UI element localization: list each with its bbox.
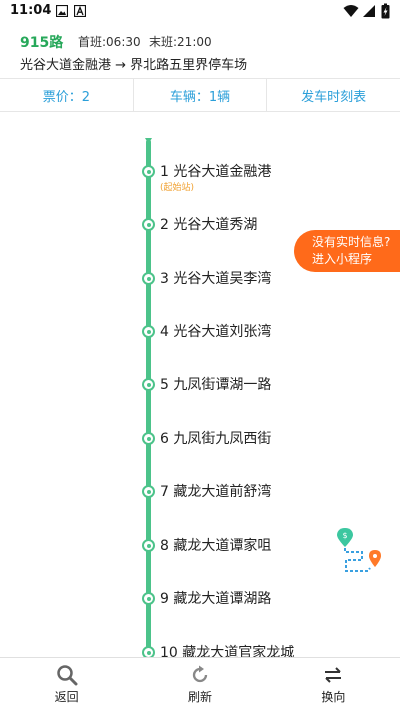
stop-label: 5 九凤街谭湖一路 [160, 377, 272, 393]
line-start-arrow [145, 138, 152, 144]
mini-program-line1: 没有实时信息? [312, 235, 391, 249]
stop-dot [142, 539, 155, 552]
route-name: 915路 [20, 35, 64, 51]
stop-dot [142, 592, 155, 605]
stop-item[interactable]: 7 藏龙大道前舒湾 [0, 478, 400, 504]
last-bus-time: 末班:21:00 [149, 35, 212, 49]
stop-dot [142, 646, 155, 657]
stop-label: 2 光谷大道秀湖 [160, 217, 258, 233]
mini-program-button[interactable]: 没有实时信息? 进入小程序 [294, 230, 400, 272]
stop-item[interactable]: 4 光谷大道刘张湾 [0, 318, 400, 344]
route-direction: 光谷大道金融港 → 界北路五里界停车场 [20, 58, 248, 73]
stop-label: 6 九凤街九凤西街 [160, 431, 272, 447]
vehicle-count[interactable]: 车辆：1辆 [134, 79, 268, 111]
stop-label: 8 藏龙大道谭家咀 [160, 538, 272, 554]
a-icon [74, 5, 86, 17]
reverse-direction-button[interactable]: 换向 [267, 658, 400, 711]
stop-label: 9 藏龙大道谭湖路 [160, 591, 272, 607]
image-icon [56, 5, 68, 17]
stop-label: 10 藏龙大道官家龙城 [160, 645, 295, 657]
stop-dot [142, 165, 155, 178]
info-bar: 票价：2 车辆：1辆 发车时刻表 [0, 78, 400, 112]
stop-item[interactable]: 1 光谷大道金融港 (起始站) [0, 158, 400, 193]
route-header: 915路 首班:06:30 末班:21:00 光谷大道金融港 → 界北路五里界停… [0, 24, 400, 76]
route-map-icon[interactable]: $ [336, 528, 386, 576]
stop-dot [142, 485, 155, 498]
back-label: 返回 [54, 690, 79, 704]
signal-icon [363, 5, 375, 17]
bottom-bar: 返回 刷新 换向 [0, 657, 400, 711]
swap-icon [325, 667, 342, 683]
status-bar: 11:04 [0, 0, 400, 24]
stop-label: 7 藏龙大道前舒湾 [160, 484, 272, 500]
status-time: 11:04 [10, 3, 52, 18]
stop-label: 4 光谷大道刘张湾 [160, 324, 272, 340]
first-bus-time: 首班:06:30 [78, 35, 141, 49]
mini-program-line2: 进入小程序 [312, 252, 373, 266]
start-station-tag: (起始站) [160, 183, 195, 193]
refresh-label: 刷新 [187, 690, 212, 704]
stop-item[interactable]: 5 九凤街谭湖一路 [0, 371, 400, 397]
battery-icon [381, 3, 390, 19]
stop-item[interactable]: 9 藏龙大道谭湖路 [0, 585, 400, 611]
stop-label: 3 光谷大道吴李湾 [160, 271, 272, 287]
stop-label: 1 光谷大道金融港 [160, 164, 272, 180]
fare-info: 票价：2 [0, 79, 134, 111]
stop-dot [142, 272, 155, 285]
reverse-label: 换向 [321, 690, 346, 704]
stop-dot [142, 325, 155, 338]
refresh-icon [192, 665, 208, 683]
refresh-button[interactable]: 刷新 [133, 658, 266, 711]
svg-text:$: $ [342, 531, 347, 540]
wifi-icon [343, 5, 359, 17]
stop-item[interactable]: 6 九凤街九凤西街 [0, 425, 400, 451]
stop-dot [142, 378, 155, 391]
stop-dot [142, 432, 155, 445]
stop-item[interactable]: 10 藏龙大道官家龙城 [0, 639, 400, 657]
timetable-button[interactable]: 发车时刻表 [267, 79, 400, 111]
back-button[interactable]: 返回 [0, 658, 133, 711]
search-icon [56, 665, 78, 686]
stop-dot [142, 218, 155, 231]
